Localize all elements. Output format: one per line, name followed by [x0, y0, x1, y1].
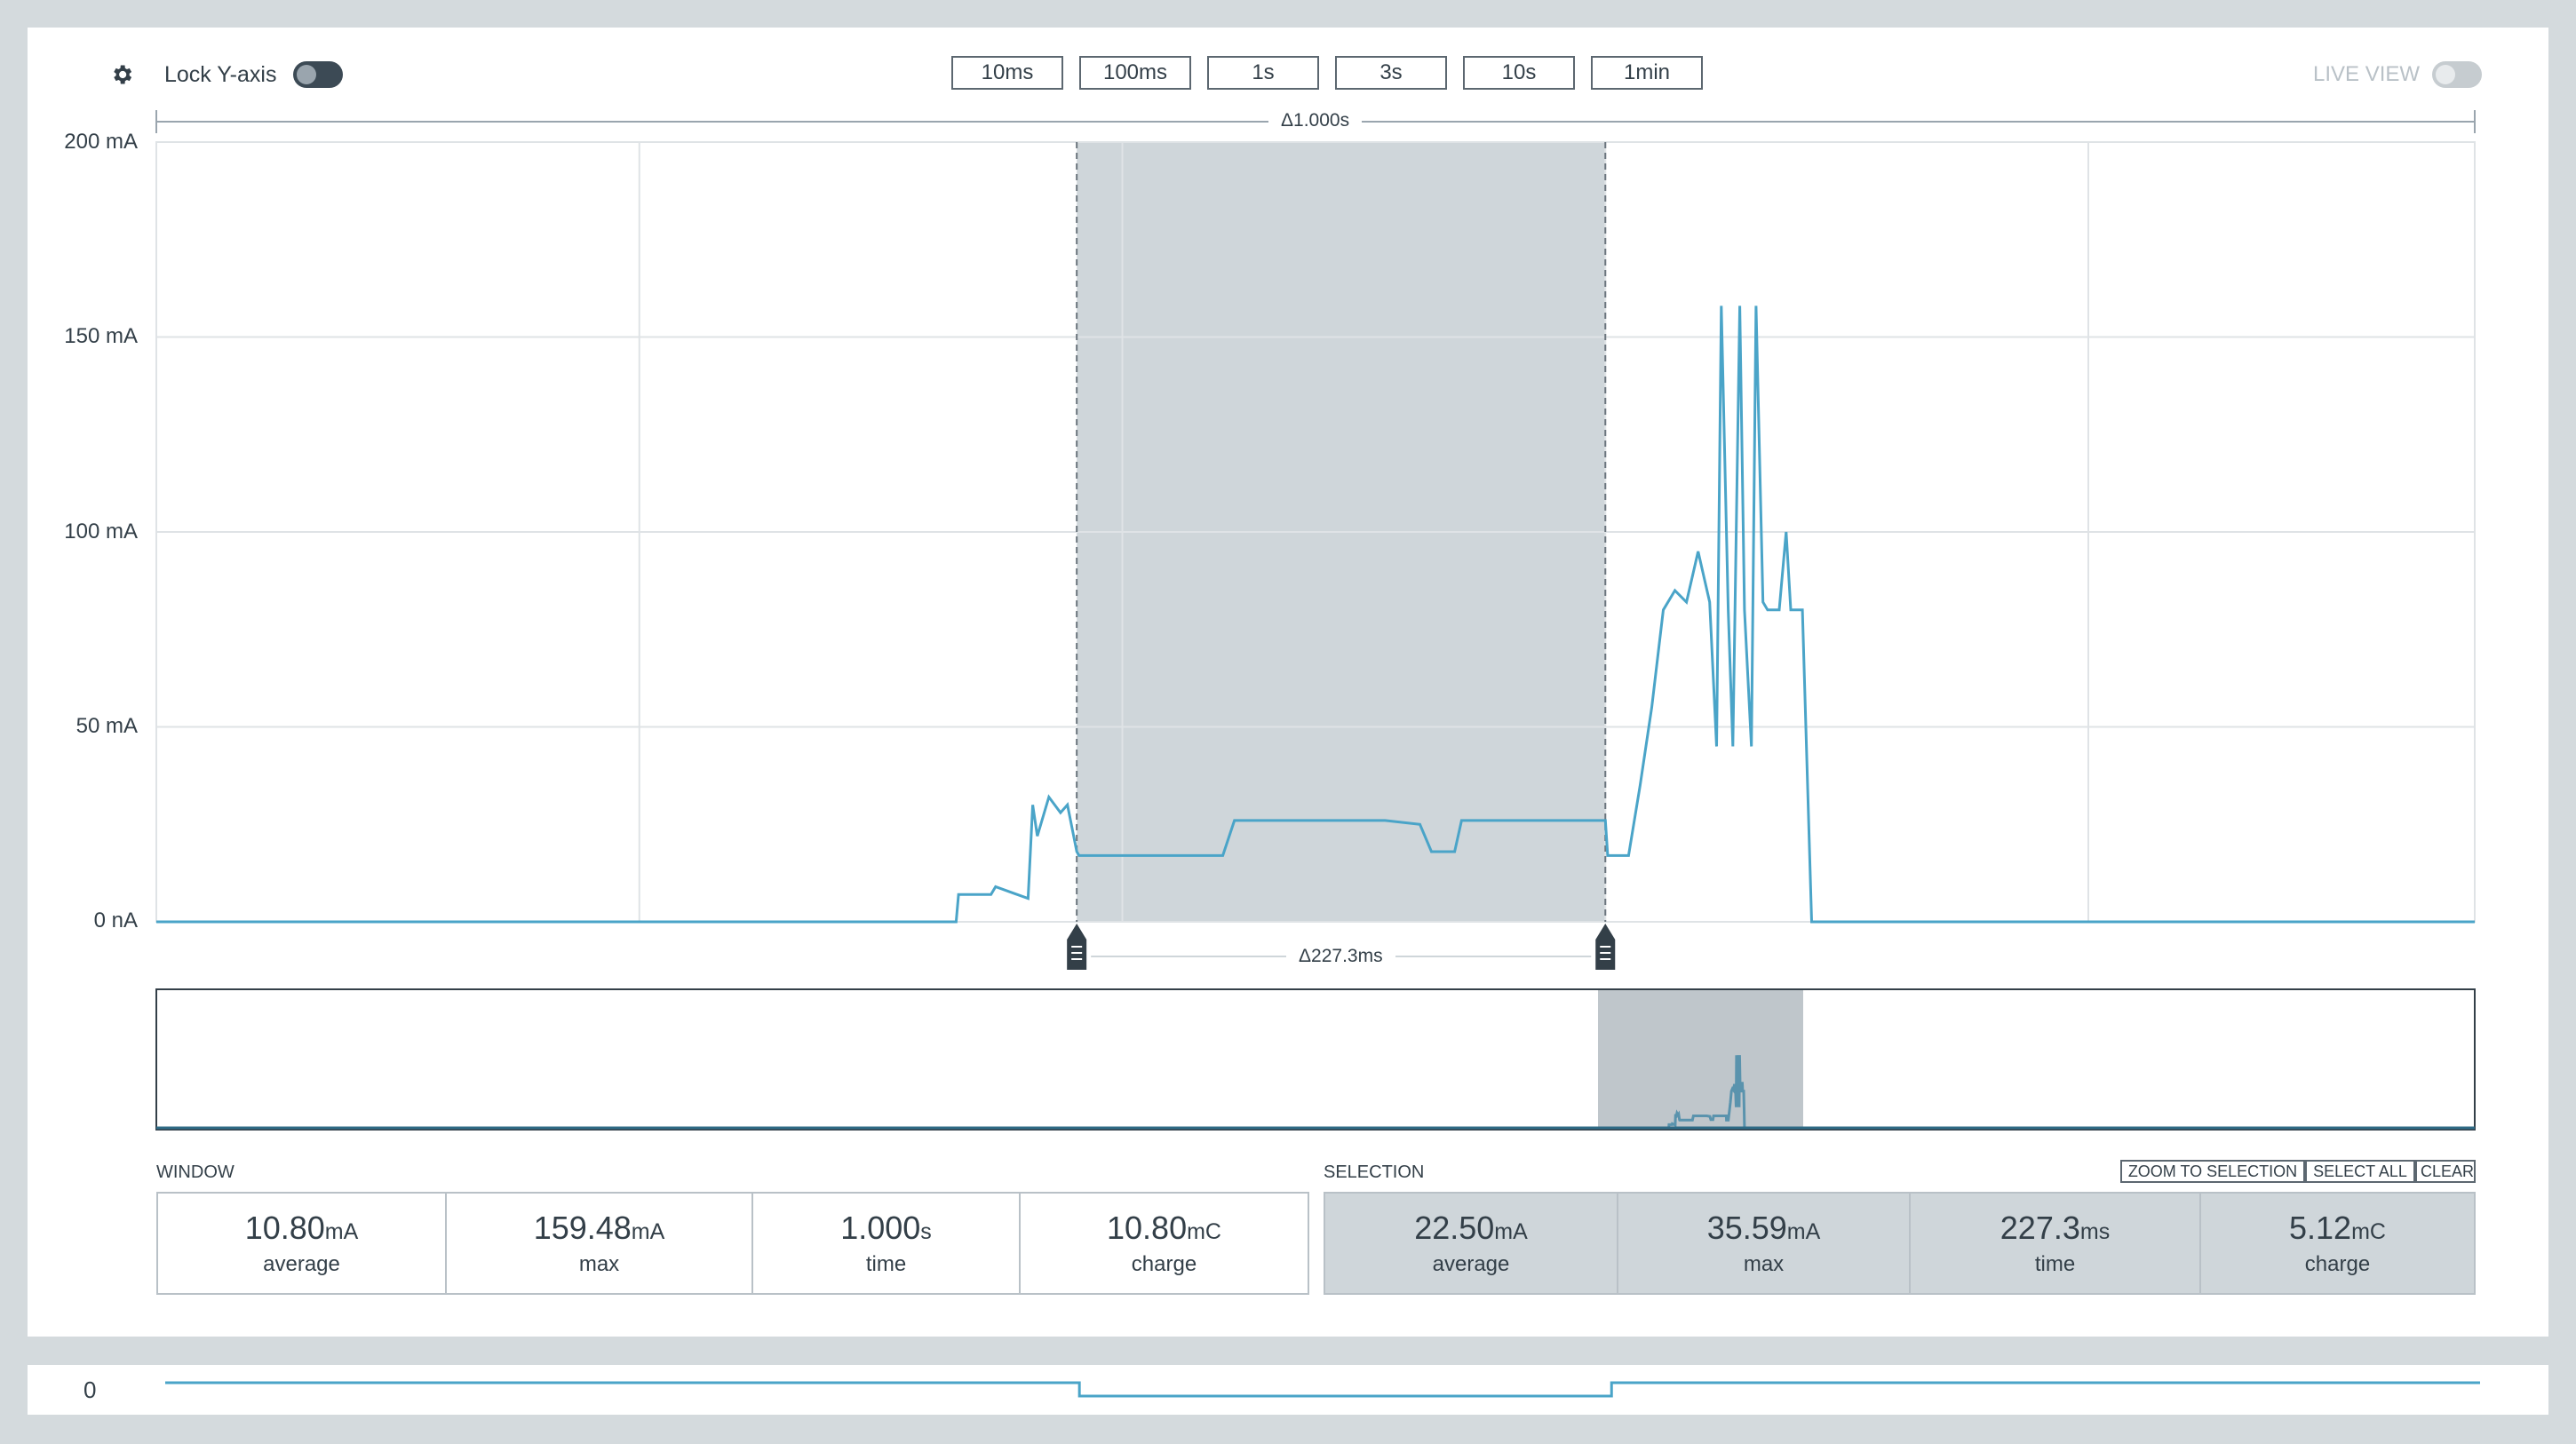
- selection-charge: 5.12mC charge: [2201, 1194, 2474, 1293]
- stat-label: max: [1743, 1252, 1785, 1276]
- window-charge: 10.80mC charge: [1021, 1194, 1308, 1293]
- stat-label: charge: [2304, 1252, 2371, 1276]
- stat-unit: mC: [1187, 1219, 1221, 1244]
- window-time: 1.000s time: [753, 1194, 1021, 1293]
- stat-label: average: [1432, 1252, 1510, 1276]
- clear-button[interactable]: CLEAR: [2415, 1160, 2476, 1183]
- window-average: 10.80mA average: [158, 1194, 447, 1293]
- selection-average: 22.50mA average: [1325, 1194, 1618, 1293]
- stat-unit: ms: [2079, 1219, 2111, 1244]
- digital-channel-label: 0: [83, 1377, 97, 1403]
- overview-window-highlight: [1598, 990, 1803, 1129]
- stat-value: 5.12: [2289, 1210, 2352, 1246]
- stat-label: average: [263, 1252, 340, 1276]
- stat-label: time: [2034, 1252, 2076, 1276]
- stat-unit: mA: [324, 1219, 359, 1244]
- stat-label: max: [578, 1252, 620, 1276]
- selection-stats: 22.50mA average 35.59mA max 227.3ms time…: [1324, 1192, 2476, 1295]
- stat-value: 159.48: [533, 1210, 632, 1246]
- selection-time: 227.3ms time: [1911, 1194, 2201, 1293]
- selection-max: 35.59mA max: [1618, 1194, 1911, 1293]
- stat-unit: mC: [2351, 1219, 2386, 1244]
- stat-value: 10.80: [1107, 1210, 1188, 1246]
- window-delta-label: Δ1.000s: [1268, 110, 1363, 131]
- stat-value: 1.000: [840, 1210, 921, 1246]
- stat-unit: mA: [1494, 1219, 1528, 1244]
- stat-value: 22.50: [1414, 1210, 1495, 1246]
- selection-delta-label: Δ227.3ms: [1286, 946, 1395, 967]
- stat-unit: mA: [631, 1219, 665, 1244]
- stat-label: charge: [1131, 1252, 1197, 1276]
- stat-value: 10.80: [244, 1210, 325, 1246]
- stat-value: 227.3: [2000, 1210, 2080, 1246]
- window-max: 159.48mA max: [447, 1194, 753, 1293]
- select-all-button[interactable]: SELECT ALL: [2305, 1160, 2415, 1183]
- stat-label: time: [865, 1252, 907, 1276]
- selection-section-label: SELECTION: [1324, 1162, 1425, 1182]
- overview-minimap[interactable]: [155, 988, 2476, 1131]
- zoom-to-selection-button[interactable]: ZOOM TO SELECTION: [2120, 1160, 2305, 1183]
- stat-unit: mA: [1786, 1219, 1821, 1244]
- stat-unit: s: [920, 1219, 932, 1244]
- window-stats: 10.80mA average 159.48mA max 1.000s time…: [156, 1192, 1309, 1295]
- window-section-label: WINDOW: [156, 1162, 235, 1182]
- stat-value: 35.59: [1706, 1210, 1787, 1246]
- digital-channel-trace: [165, 1381, 2480, 1398]
